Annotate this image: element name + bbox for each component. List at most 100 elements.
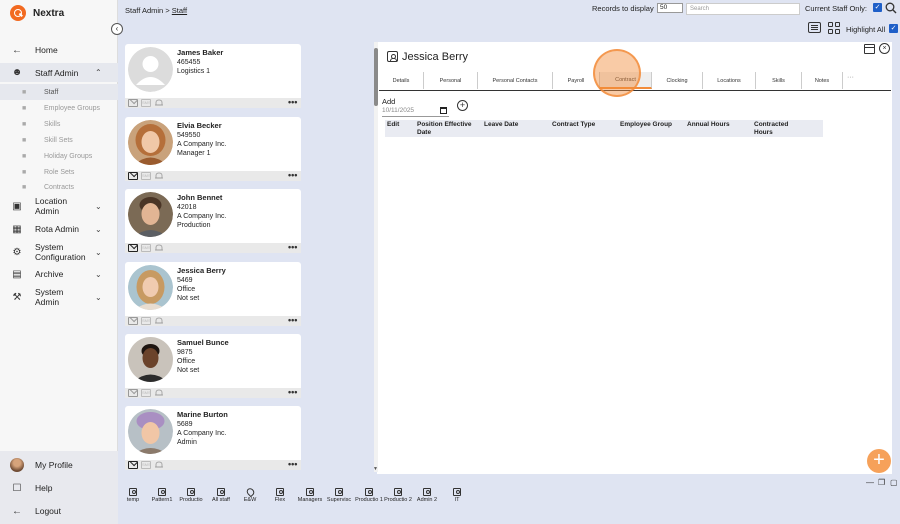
sidebar-subitem-contracts[interactable]: ■ Contracts bbox=[0, 179, 118, 195]
mail-icon[interactable] bbox=[128, 389, 138, 397]
maximize-icon[interactable]: ▢ bbox=[890, 478, 898, 487]
column-header: Contracted Hours bbox=[754, 121, 789, 136]
staff-card[interactable]: Elvia Becker 549550 A Company Inc. Manag… bbox=[125, 117, 301, 181]
tab-clocking[interactable]: Clocking bbox=[652, 72, 703, 89]
calendar-icon[interactable] bbox=[440, 107, 447, 114]
sidebar-item-staff-admin[interactable]: ☻ Staff Admin ⌃ bbox=[0, 63, 118, 82]
more-options-icon[interactable]: ••• bbox=[288, 460, 297, 469]
bell-icon[interactable] bbox=[154, 99, 164, 107]
scrollbar-thumb[interactable] bbox=[374, 48, 378, 106]
staff-photo bbox=[128, 265, 173, 310]
search-icon[interactable] bbox=[885, 2, 897, 14]
mail-icon[interactable] bbox=[128, 172, 138, 180]
breadcrumb-root[interactable]: Staff Admin bbox=[125, 6, 163, 15]
scroll-down-icon[interactable]: ▼ bbox=[373, 466, 378, 472]
bottom-tab[interactable]: Productio bbox=[176, 488, 206, 504]
more-options-icon[interactable]: ••• bbox=[288, 243, 297, 252]
chevron-down-icon: ⌄ bbox=[95, 292, 102, 302]
bell-icon[interactable] bbox=[154, 172, 164, 180]
bottom-tab[interactable]: temp bbox=[118, 488, 148, 504]
staff-card[interactable]: Jessica Berry 5469 Office Not set SMS ••… bbox=[125, 262, 301, 326]
records-input[interactable]: 50 bbox=[657, 3, 683, 13]
tab-personal[interactable]: Personal bbox=[424, 72, 478, 89]
sms-icon[interactable]: SMS bbox=[141, 389, 151, 397]
tab-locations[interactable]: Locations bbox=[703, 72, 756, 89]
grid-view-icon[interactable] bbox=[828, 22, 840, 34]
chevron-left-icon[interactable]: ‹ bbox=[111, 23, 123, 35]
staff-card[interactable]: John Bennet 42018 A Company Inc. Product… bbox=[125, 189, 301, 253]
sidebar-subitem-role-sets[interactable]: ■ Role Sets bbox=[0, 164, 118, 180]
scrollbar[interactable] bbox=[374, 42, 378, 472]
sidebar-subitem-skill-sets[interactable]: ■ Skill Sets bbox=[0, 132, 118, 148]
sms-icon[interactable]: SMS bbox=[141, 172, 151, 180]
restore-icon[interactable]: ❐ bbox=[878, 478, 885, 487]
sidebar-item-logout[interactable]: ← Logout bbox=[0, 505, 118, 517]
bell-icon[interactable] bbox=[154, 244, 164, 252]
bottom-tab[interactable]: Productio 1 bbox=[354, 488, 384, 504]
bottom-tab[interactable]: Pattern1 bbox=[147, 488, 177, 504]
sms-icon[interactable]: SMS bbox=[141, 317, 151, 325]
sms-icon[interactable]: SMS bbox=[141, 99, 151, 107]
bottom-tab[interactable]: Productio 2 bbox=[383, 488, 413, 504]
staff-card[interactable]: Marine Burton 5689 A Company Inc. Admin … bbox=[125, 406, 301, 470]
tab-personal-contacts[interactable]: Personal Contacts bbox=[478, 72, 553, 89]
more-options-icon[interactable]: ••• bbox=[288, 171, 297, 180]
sidebar-item-archive[interactable]: ▤ Archive ⌄ bbox=[0, 268, 118, 280]
add-contract-button[interactable]: + bbox=[457, 100, 468, 111]
tab-notes[interactable]: Notes bbox=[802, 72, 843, 89]
bell-icon[interactable] bbox=[154, 461, 164, 469]
location-pin-icon bbox=[244, 486, 256, 498]
contract-table-header: Edit Position Effective Date Leave Date … bbox=[385, 120, 823, 137]
close-icon[interactable]: × bbox=[879, 43, 890, 54]
sidebar-subitem-holiday-groups[interactable]: ■ Holiday Groups bbox=[0, 148, 118, 164]
sidebar-subitem-skills[interactable]: ■ Skills bbox=[0, 116, 118, 132]
more-options-icon[interactable]: ••• bbox=[288, 316, 297, 325]
sidebar-subitem-staff[interactable]: ■ Staff bbox=[0, 84, 118, 100]
bottom-tab[interactable]: All staff bbox=[206, 488, 236, 504]
sidebar-item-label: Rota Admin bbox=[35, 224, 79, 234]
bottom-tab[interactable]: Admin 2 bbox=[412, 488, 442, 504]
sidebar-item-system-configuration[interactable]: ⚙ System Configuration ⌄ bbox=[0, 242, 118, 262]
sidebar-item-my-profile[interactable]: My Profile bbox=[0, 458, 118, 472]
sidebar-item-rota-admin[interactable]: ▦ Rota Admin ⌄ bbox=[0, 223, 118, 235]
current-staff-checkbox[interactable]: ✓ bbox=[873, 3, 882, 12]
bottom-tab[interactable]: Flex bbox=[265, 488, 295, 504]
list-view-icon[interactable] bbox=[808, 22, 821, 33]
staff-card[interactable]: James Baker 465455 Logistics 1 SMS ••• bbox=[125, 44, 301, 108]
mail-icon[interactable] bbox=[128, 99, 138, 107]
chevron-down-icon: ⌄ bbox=[95, 201, 102, 211]
sidebar-item-location-admin[interactable]: ▣ Location Admin ⌄ bbox=[0, 196, 118, 216]
staff-photo bbox=[128, 192, 173, 237]
bottom-tab[interactable]: Managers bbox=[295, 488, 325, 504]
more-options-icon[interactable]: ••• bbox=[288, 388, 297, 397]
tab-skills[interactable]: Skills bbox=[756, 72, 802, 89]
staff-card[interactable]: Samuel Bunce 9875 Office Not set SMS ••• bbox=[125, 334, 301, 398]
bell-icon[interactable] bbox=[154, 317, 164, 325]
sidebar-item-home[interactable]: ← Home bbox=[0, 44, 118, 56]
add-fab-button[interactable]: + bbox=[867, 449, 891, 473]
sms-icon[interactable]: SMS bbox=[141, 244, 151, 252]
sidebar-subitem-employee-groups[interactable]: ■ Employee Groups bbox=[0, 100, 118, 116]
breadcrumb-current[interactable]: Staff bbox=[172, 6, 187, 15]
bottom-tab[interactable]: Supervisc bbox=[324, 488, 354, 504]
bell-icon[interactable] bbox=[154, 389, 164, 397]
bottom-tab[interactable]: IT bbox=[442, 488, 472, 504]
sidebar-item-label: Logout bbox=[35, 506, 61, 516]
more-tabs-icon[interactable]: ··· bbox=[847, 74, 854, 81]
highlight-all-checkbox[interactable]: ✓ bbox=[889, 24, 898, 33]
brand[interactable]: Nextra bbox=[10, 5, 64, 21]
date-input[interactable]: 10/11/2025 bbox=[382, 106, 449, 117]
window-icon[interactable] bbox=[864, 44, 875, 54]
more-options-icon[interactable]: ••• bbox=[288, 98, 297, 107]
sidebar-item-help[interactable]: ☐ Help bbox=[0, 482, 118, 494]
bottom-tab[interactable]: E&W bbox=[235, 486, 265, 504]
mail-icon[interactable] bbox=[128, 461, 138, 469]
tab-details[interactable]: Details bbox=[379, 72, 424, 89]
sidebar-item-label: Location Admin bbox=[35, 196, 68, 216]
minimize-icon[interactable]: — bbox=[866, 478, 874, 487]
mail-icon[interactable] bbox=[128, 244, 138, 252]
sidebar-item-system-admin[interactable]: ⚒ System Admin ⌄ bbox=[0, 287, 118, 307]
sms-icon[interactable]: SMS bbox=[141, 461, 151, 469]
search-input[interactable]: Search bbox=[686, 3, 800, 15]
mail-icon[interactable] bbox=[128, 317, 138, 325]
